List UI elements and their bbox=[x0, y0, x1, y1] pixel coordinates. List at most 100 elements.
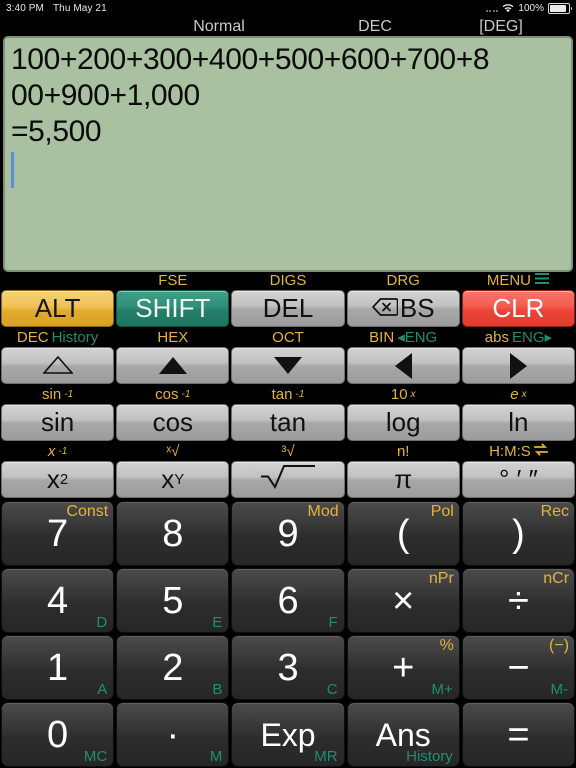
status-bar: 3:40 PM Thu May 21 100% bbox=[0, 0, 576, 17]
key-cell-pi: n! π bbox=[346, 443, 461, 500]
mode-indicator-row: Normal DEC [DEG] bbox=[0, 17, 576, 36]
triangle-down-icon bbox=[274, 357, 302, 374]
key-divide[interactable]: ÷ nCr bbox=[461, 568, 576, 633]
log-button[interactable]: log bbox=[346, 404, 460, 441]
x-power-y-button[interactable]: xY bbox=[116, 461, 230, 498]
key-8[interactable]: 8 bbox=[116, 501, 230, 566]
function-row-2: DEC History HEX OCT BIN ◂ENG abs ENG▸ bbox=[0, 329, 576, 386]
key-percent-label: % bbox=[439, 637, 454, 654]
key-cell-dms: H:M:S ° ′ ″ bbox=[461, 443, 576, 500]
key-equals[interactable]: = bbox=[461, 702, 576, 767]
numeric-row-4: 0 MC · M Exp MR Ans History = bbox=[0, 701, 576, 768]
key-cell-down: OCT bbox=[230, 329, 345, 386]
key-cell-backspace: DRG BS bbox=[346, 272, 461, 329]
calculator-display[interactable]: 100+200+300+400+500+600+700+8 00+900+1,0… bbox=[3, 36, 573, 272]
label-e-base: e bbox=[510, 386, 519, 403]
backspace-button[interactable]: BS bbox=[346, 290, 460, 327]
tan-button[interactable]: tan bbox=[231, 404, 345, 441]
ln-button[interactable]: ln bbox=[461, 404, 576, 441]
wifi-icon bbox=[502, 4, 514, 13]
square-root-icon bbox=[260, 463, 316, 496]
triangle-right-icon bbox=[509, 352, 527, 379]
key-1[interactable]: 1 A bbox=[1, 635, 115, 700]
label-drg: DRG bbox=[386, 272, 420, 289]
key-plus[interactable]: + % M+ bbox=[346, 635, 460, 700]
key-2[interactable]: 2 B bbox=[116, 635, 230, 700]
arrow-up-outline-button[interactable] bbox=[1, 347, 115, 384]
key-3-label: 3 bbox=[277, 646, 299, 689]
key-9[interactable]: 9 Mod bbox=[231, 501, 345, 566]
key-5[interactable]: 5 E bbox=[116, 568, 230, 633]
key-open-paren-label: ( bbox=[396, 512, 410, 555]
key-2-label: 2 bbox=[162, 646, 184, 689]
key-8-label: 8 bbox=[162, 512, 184, 555]
key-close-paren-alt-label: Rec bbox=[540, 503, 570, 520]
key-decimal-point-label: · bbox=[166, 713, 180, 756]
key-decimal-point[interactable]: · M bbox=[116, 702, 230, 767]
label-oct: OCT bbox=[272, 329, 304, 346]
key-9-alt-label: Mod bbox=[307, 503, 339, 520]
numeric-row-2: 4 D 5 E 6 F × nPr ÷ nCr bbox=[0, 567, 576, 634]
key-cell-square: x -1 x2 bbox=[0, 443, 115, 500]
clear-button[interactable]: CLR bbox=[461, 290, 576, 327]
key-divide-alt-label: nCr bbox=[543, 570, 570, 587]
key-4[interactable]: 4 D bbox=[1, 568, 115, 633]
key-ans-label: Ans bbox=[375, 716, 431, 753]
label-hex: HEX bbox=[157, 329, 189, 346]
label-eng-right: ENG▸ bbox=[511, 329, 553, 346]
key-cell-alt: ALT bbox=[0, 272, 115, 329]
sin-button[interactable]: sin bbox=[1, 404, 115, 441]
key-ans[interactable]: Ans History bbox=[346, 702, 460, 767]
key-exp[interactable]: Exp MR bbox=[231, 702, 345, 767]
arrow-right-button[interactable] bbox=[461, 347, 576, 384]
key-6[interactable]: 6 F bbox=[231, 568, 345, 633]
label-ten-pow-x: 10 x bbox=[390, 386, 416, 403]
x-squared-base: x bbox=[46, 464, 60, 494]
del-button[interactable]: DEL bbox=[231, 290, 345, 327]
key-2-hex-label: B bbox=[212, 681, 223, 698]
key-minus[interactable]: − (−) M- bbox=[461, 635, 576, 700]
key-7-label: 7 bbox=[47, 512, 69, 555]
key-3-hex-label: C bbox=[326, 681, 338, 698]
hamburger-menu-icon bbox=[534, 272, 550, 290]
key-multiply-label: × bbox=[392, 579, 415, 622]
alt-button[interactable]: ALT bbox=[1, 290, 115, 327]
key-multiply[interactable]: × nPr bbox=[346, 568, 460, 633]
mode-angle-unit: [DEG] bbox=[479, 17, 523, 35]
status-bar-right: 100% bbox=[485, 3, 572, 14]
status-bar-left: 3:40 PM Thu May 21 bbox=[6, 3, 107, 14]
x-squared-button[interactable]: x2 bbox=[1, 461, 115, 498]
label-bin-eng: BIN ◂ENG bbox=[347, 329, 460, 347]
key-memory-plus-label: M+ bbox=[431, 681, 453, 698]
arrow-left-button[interactable] bbox=[346, 347, 460, 384]
label-hms-text: H:M:S bbox=[489, 443, 531, 460]
key-4-label: 4 bbox=[47, 579, 69, 622]
x-power-base: x bbox=[161, 464, 175, 494]
square-root-button[interactable] bbox=[231, 461, 345, 498]
label-menu: MENU bbox=[462, 272, 575, 290]
label-atan: tan -1 bbox=[271, 386, 305, 403]
key-3[interactable]: 3 C bbox=[231, 635, 345, 700]
key-cell-sin: sin -1 sin bbox=[0, 386, 115, 443]
key-memory-minus-label: M- bbox=[550, 681, 569, 698]
backspace-label: BS bbox=[399, 293, 435, 323]
cos-button[interactable]: cos bbox=[116, 404, 230, 441]
label-xth-root: ˣ√ bbox=[166, 443, 180, 460]
pi-button[interactable]: π bbox=[346, 461, 460, 498]
key-7[interactable]: 7 Const bbox=[1, 501, 115, 566]
battery-icon bbox=[548, 3, 572, 14]
arrow-down-button[interactable] bbox=[231, 347, 345, 384]
key-open-paren[interactable]: ( Pol bbox=[346, 501, 460, 566]
key-0[interactable]: 0 MC bbox=[1, 702, 115, 767]
key-cell-shift: FSE SHIFT bbox=[115, 272, 230, 329]
key-close-paren[interactable]: ) Rec bbox=[461, 501, 576, 566]
key-cell-tan: tan -1 tan bbox=[230, 386, 345, 443]
key-memory-clear-label: MC bbox=[83, 748, 108, 765]
label-menu-text: MENU bbox=[486, 272, 531, 289]
arrow-up-button[interactable] bbox=[116, 347, 230, 384]
label-eng-left: ◂ENG bbox=[397, 329, 438, 346]
label-e-pow-x: ex bbox=[510, 386, 527, 403]
label-reciprocal: x -1 bbox=[47, 443, 68, 460]
shift-button[interactable]: SHIFT bbox=[116, 290, 230, 327]
degrees-minutes-seconds-button[interactable]: ° ′ ″ bbox=[461, 461, 576, 498]
